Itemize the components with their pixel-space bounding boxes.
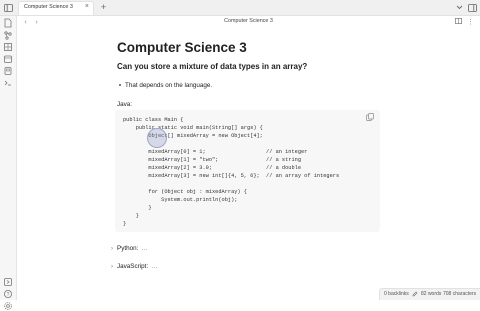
fold-python[interactable]: › Python:…	[111, 245, 148, 252]
chevron-down-icon[interactable]	[454, 2, 465, 13]
file-explorer-icon[interactable]	[3, 18, 13, 28]
mouse-cursor-highlight	[147, 128, 167, 148]
code-line: mixedArray[2] = 3.0; // a double	[123, 165, 302, 171]
word-count: 82 words	[421, 291, 442, 297]
open-vault-icon[interactable]	[3, 277, 13, 287]
collapsed-ellipsis[interactable]: …	[151, 263, 157, 270]
code-line: mixedArray[1] = "two"; // a string	[123, 157, 302, 163]
chevron-right-icon[interactable]: ›	[111, 264, 113, 270]
graph-view-icon[interactable]	[3, 30, 13, 40]
templates-icon[interactable]	[3, 66, 13, 76]
tab-close-icon[interactable]: ×	[85, 3, 89, 10]
code-line: Object[] mixedArray = new Object[4];	[123, 133, 263, 139]
chevron-right-icon[interactable]: ›	[111, 246, 113, 252]
code-line: public class Main {	[123, 117, 184, 123]
code-line: }	[123, 205, 152, 211]
character-count: 708 characters	[443, 291, 477, 297]
tab-computer-science-3[interactable]: Computer Science 3 ×	[18, 1, 94, 15]
right-sidebar-toggle-icon[interactable]	[467, 2, 478, 13]
bullet-dot	[119, 84, 121, 87]
left-ribbon: ?	[0, 16, 17, 310]
svg-text:?: ?	[7, 292, 10, 298]
tab-bar: Computer Science 3 × +	[0, 0, 480, 16]
new-tab-icon[interactable]: +	[98, 2, 109, 13]
backlinks-count[interactable]: 0 backlinks	[384, 291, 409, 297]
code-line: for (Object obj : mixedArray) {	[123, 189, 247, 195]
view-title[interactable]: Computer Science 3	[17, 18, 480, 24]
status-bar: 0 backlinks 82 words 708 characters	[379, 288, 480, 300]
java-label: Java:	[117, 101, 133, 108]
code-line: System.out.println(obj);	[123, 197, 238, 203]
settings-gear-icon[interactable]	[3, 301, 13, 311]
code-line: mixedArray[0] = 1; // an integer	[123, 149, 308, 155]
help-icon[interactable]: ?	[3, 289, 13, 299]
tab-label: Computer Science 3	[24, 4, 73, 10]
note-title-heading: Computer Science 3	[117, 40, 247, 55]
copy-code-icon[interactable]	[366, 113, 374, 121]
canvas-icon[interactable]	[3, 42, 13, 52]
edit-pencil-icon[interactable]	[412, 291, 418, 297]
collapsed-ellipsis[interactable]: …	[141, 245, 147, 252]
bullet-item: That depends on the language.	[119, 82, 212, 89]
code-line: mixedArray[3] = new int[]{4, 5, 6}; // a…	[123, 173, 340, 179]
question-heading: Can you store a mixture of data types in…	[117, 62, 308, 71]
terminal-icon[interactable]	[3, 78, 13, 88]
view-header: ‹ › Computer Science 3 ⋮	[17, 16, 480, 28]
code-line: }	[123, 221, 127, 227]
fold-javascript[interactable]: › JavaScript:…	[111, 263, 157, 270]
calendar-icon[interactable]	[3, 54, 13, 64]
sidebar-toggle-icon[interactable]	[3, 2, 14, 13]
code-line: public static void main(String[] args) {	[123, 125, 263, 131]
fold-javascript-label: JavaScript:	[117, 263, 149, 270]
code-line: }	[123, 213, 139, 219]
more-options-icon[interactable]: ⋮	[466, 18, 475, 27]
fold-python-label: Python:	[117, 245, 139, 252]
reading-view-icon[interactable]	[454, 18, 463, 27]
bullet-text: That depends on the language.	[125, 82, 213, 89]
